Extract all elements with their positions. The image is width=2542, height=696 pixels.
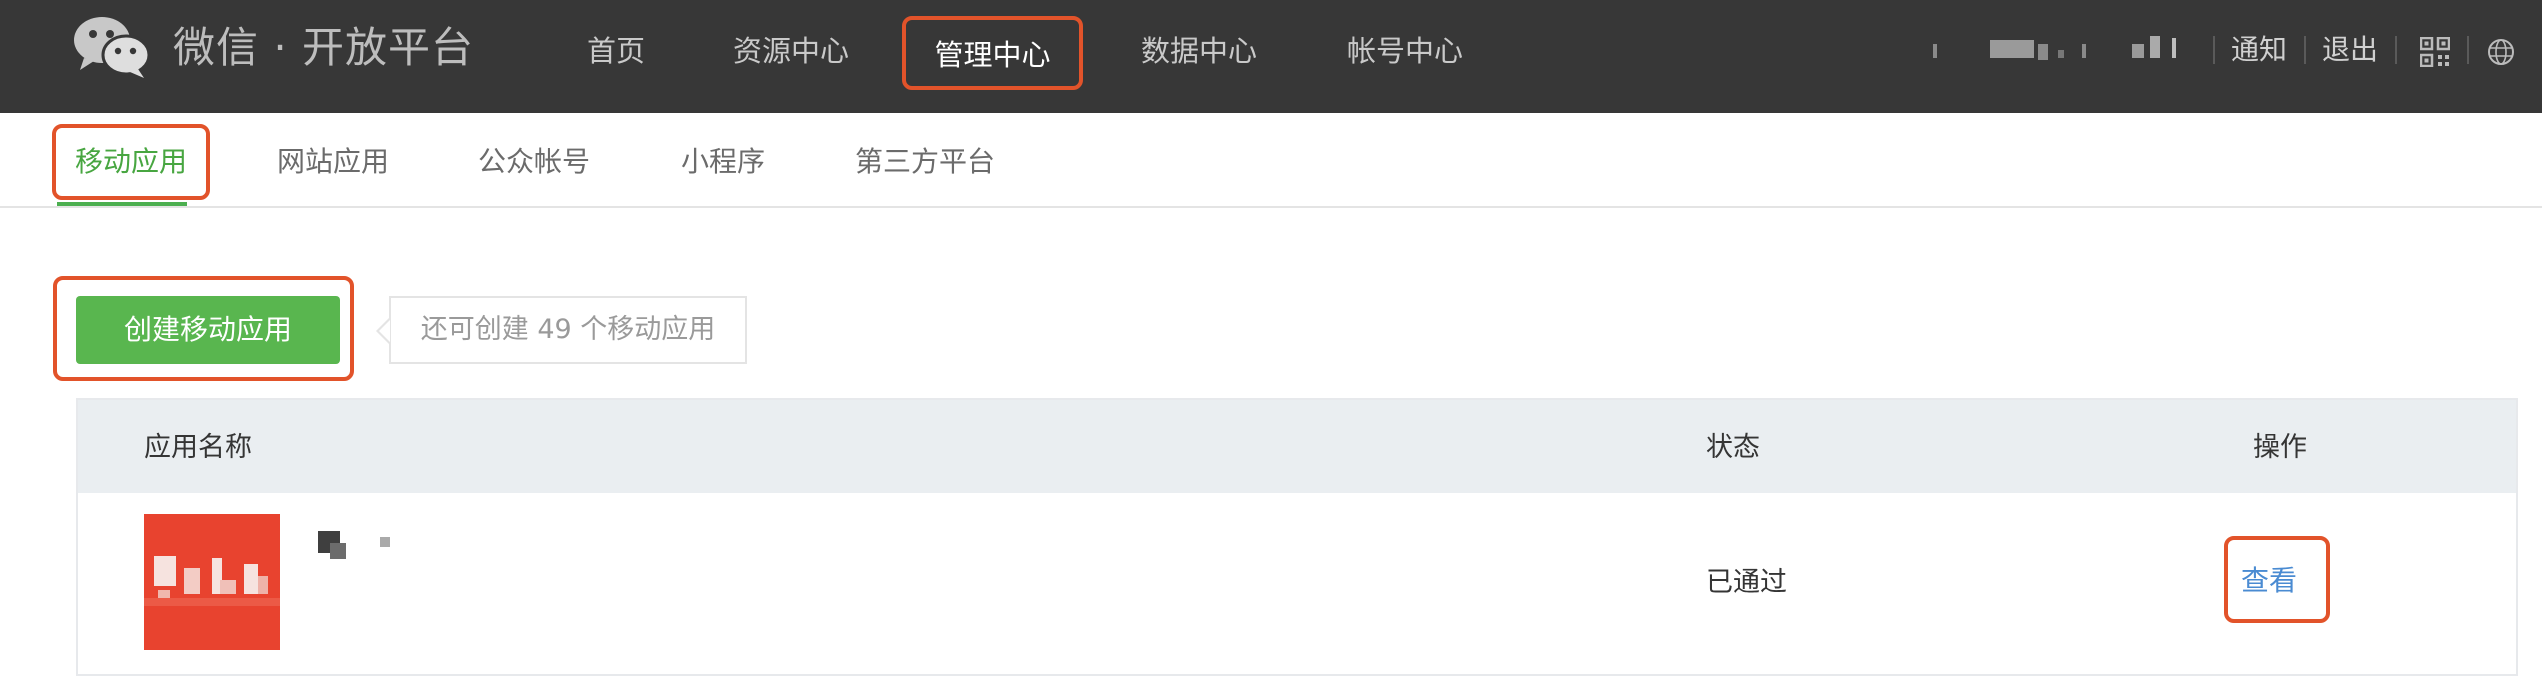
tab-third-party-platform[interactable]: 第三方平台 — [855, 137, 995, 187]
nav-management-center[interactable]: 管理中心 — [902, 16, 1083, 90]
header-divider — [2395, 36, 2397, 64]
active-tab-underline — [57, 202, 187, 206]
qrcode-icon[interactable] — [2420, 37, 2450, 67]
tab-mini-programs[interactable]: 小程序 — [681, 137, 765, 187]
view-app-link[interactable]: 查看 — [2241, 561, 2297, 601]
create-mobile-app-button[interactable]: 创建移动应用 — [76, 296, 340, 364]
header-divider — [2467, 36, 2469, 64]
tab-website-apps[interactable]: 网站应用 — [277, 137, 389, 187]
logout-link[interactable]: 退出 — [2322, 30, 2378, 70]
nav-data-center[interactable]: 数据中心 — [1140, 16, 1258, 90]
status-badge: 已通过 — [1706, 567, 1787, 598]
nav-home[interactable]: 首页 — [586, 16, 646, 90]
globe-icon[interactable] — [2487, 38, 2515, 66]
wechat-logo-icon — [74, 17, 150, 78]
column-header-status: 状态 — [1706, 432, 1760, 463]
header-divider — [2304, 36, 2306, 64]
apps-table: 应用名称 状态 操作 已通过 查看 — [76, 398, 2518, 676]
column-header-action: 操作 — [2253, 432, 2307, 463]
nav-resource-center[interactable]: 资源中心 — [733, 16, 849, 90]
header-divider — [2213, 36, 2215, 64]
app-icon — [144, 514, 280, 650]
brand-title: 微信 · 开放平台 — [173, 23, 475, 72]
tip-arrow-inner — [379, 320, 390, 342]
top-header: 微信 · 开放平台 首页 资源中心 管理中心 数据中心 帐号中心 通知 退出 — [0, 0, 2542, 113]
nav-account-center[interactable]: 帐号中心 — [1346, 16, 1464, 90]
table-header: 应用名称 状态 操作 — [78, 400, 2516, 493]
notify-link[interactable]: 通知 — [2231, 30, 2287, 70]
table-row: 已通过 查看 — [78, 493, 2516, 674]
tab-official-accounts[interactable]: 公众帐号 — [478, 137, 590, 187]
sub-navigation: 移动应用 网站应用 公众帐号 小程序 第三方平台 — [0, 113, 2542, 208]
column-header-app-name: 应用名称 — [144, 432, 252, 463]
tab-mobile-apps[interactable]: 移动应用 — [52, 124, 210, 200]
remaining-quota-tip: 还可创建 49 个移动应用 — [389, 296, 747, 364]
